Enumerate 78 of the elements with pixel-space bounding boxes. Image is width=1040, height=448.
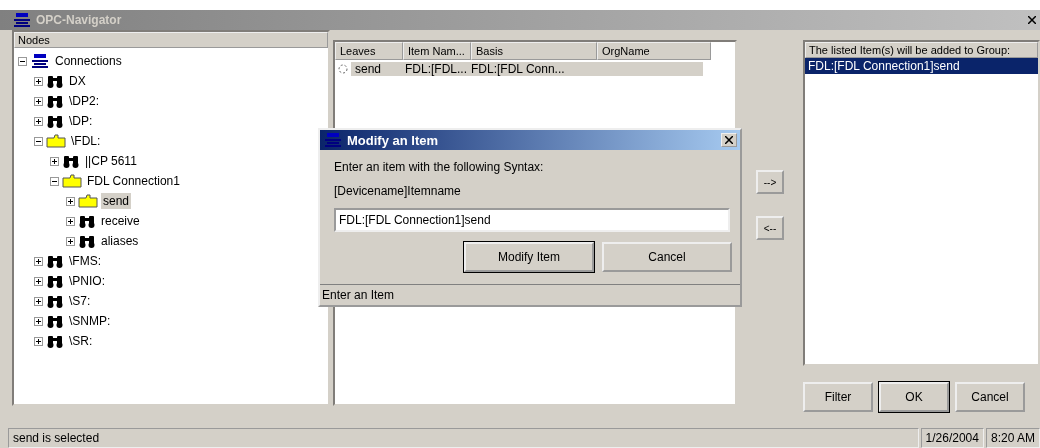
dialog-button[interactable]: Modify Item xyxy=(464,242,594,272)
status-time: 8:20 AM xyxy=(985,428,1040,448)
plus-box-icon[interactable] xyxy=(34,76,43,86)
network-icon xyxy=(12,12,32,28)
tree-item[interactable]: \FMS: xyxy=(67,253,103,269)
plus-box-icon[interactable] xyxy=(66,196,75,206)
move-button[interactable]: --> xyxy=(756,170,784,194)
dialog-button[interactable]: Cancel xyxy=(602,242,732,272)
binoculars-icon xyxy=(46,254,64,268)
plus-box-icon[interactable] xyxy=(66,236,75,246)
tree-item[interactable]: \SR: xyxy=(67,333,95,349)
tree-item[interactable]: ||CP 5611 xyxy=(83,153,139,169)
status-date: 1/26/2004 xyxy=(920,428,984,448)
spinner-icon xyxy=(335,63,351,75)
tree-item[interactable]: \SNMP: xyxy=(67,313,113,329)
tree-item[interactable]: \FDL: xyxy=(69,133,103,149)
dialog-status: Enter an Item xyxy=(320,284,740,305)
minus-box-icon[interactable] xyxy=(50,176,59,186)
network-icon xyxy=(323,132,343,148)
plus-box-icon[interactable] xyxy=(50,156,59,166)
binoculars-icon xyxy=(46,94,64,108)
window-title: OPC-Navigator xyxy=(36,13,123,27)
binoculars-icon xyxy=(78,214,96,228)
list-row[interactable]: send FDL:[FDL... FDL:[FDL Conn... xyxy=(351,62,703,76)
binoculars-icon xyxy=(46,334,64,348)
tree-item[interactable]: send xyxy=(101,193,132,209)
column-header[interactable]: Basis xyxy=(471,42,597,60)
tree-item[interactable]: \S7: xyxy=(67,293,93,309)
folder-icon xyxy=(78,194,98,208)
binoculars-icon xyxy=(62,154,80,168)
column-header[interactable]: OrgName xyxy=(597,42,711,60)
plus-box-icon[interactable] xyxy=(66,216,75,226)
tree-item[interactable]: receive xyxy=(99,213,142,229)
table-cell-text: FDL:[FDL... xyxy=(404,62,467,76)
tree-item[interactable]: aliases xyxy=(99,233,141,249)
plus-box-icon[interactable] xyxy=(34,316,43,326)
plus-box-icon[interactable] xyxy=(34,96,43,106)
close-icon[interactable] xyxy=(1028,16,1036,24)
binoculars-icon xyxy=(46,314,64,328)
dialog-button[interactable]: OK xyxy=(879,382,949,412)
table-cell-text: FDL:[FDL Conn... xyxy=(470,62,566,76)
plus-box-icon[interactable] xyxy=(34,336,43,346)
tree-item[interactable]: Connections xyxy=(53,53,124,69)
binoculars-icon xyxy=(46,114,64,128)
binoculars-icon xyxy=(46,294,64,308)
tree-item[interactable]: \DP2: xyxy=(67,93,101,109)
column-header[interactable]: Leaves xyxy=(335,42,403,60)
table-cell-text: send xyxy=(354,62,383,76)
column-header: The listed Item(s) will be added to Group: xyxy=(805,42,1038,58)
plus-box-icon[interactable] xyxy=(34,296,43,306)
tree-item[interactable]: FDL Connection1 xyxy=(85,173,182,189)
close-button[interactable] xyxy=(721,133,737,147)
prompt-text: Enter an item with the following Syntax: xyxy=(333,159,545,174)
close-icon xyxy=(725,136,733,144)
minus-box-icon[interactable] xyxy=(18,56,27,66)
binoculars-icon xyxy=(78,234,96,248)
tree-item[interactable]: DX xyxy=(67,73,88,89)
syntax-text: [Devicename]Itemname xyxy=(333,183,462,198)
dialog-title: Modify an Item xyxy=(347,132,439,148)
plus-box-icon[interactable] xyxy=(34,256,43,266)
tree-item[interactable]: \PNIO: xyxy=(67,273,107,289)
tree-item[interactable]: \DP: xyxy=(67,113,95,129)
plus-box-icon[interactable] xyxy=(34,276,43,286)
binoculars-icon xyxy=(46,274,64,288)
folder-icon xyxy=(62,174,82,188)
column-header[interactable]: Item Nam... xyxy=(403,42,471,60)
dialog-button[interactable]: Cancel xyxy=(955,382,1025,412)
status-message: send is selected xyxy=(8,428,919,448)
move-button[interactable]: <-- xyxy=(756,216,784,240)
plus-box-icon[interactable] xyxy=(34,116,43,126)
item-input[interactable]: FDL:[FDL Connection1]send xyxy=(334,208,730,232)
network-icon xyxy=(30,53,50,69)
binoculars-icon xyxy=(46,74,64,88)
dialog-button[interactable]: Filter xyxy=(803,382,873,412)
column-header: Nodes xyxy=(14,32,328,48)
list-item[interactable]: FDL:[FDL Connection1]send xyxy=(805,58,1038,74)
folder-icon xyxy=(46,134,66,148)
minus-box-icon[interactable] xyxy=(34,136,43,146)
